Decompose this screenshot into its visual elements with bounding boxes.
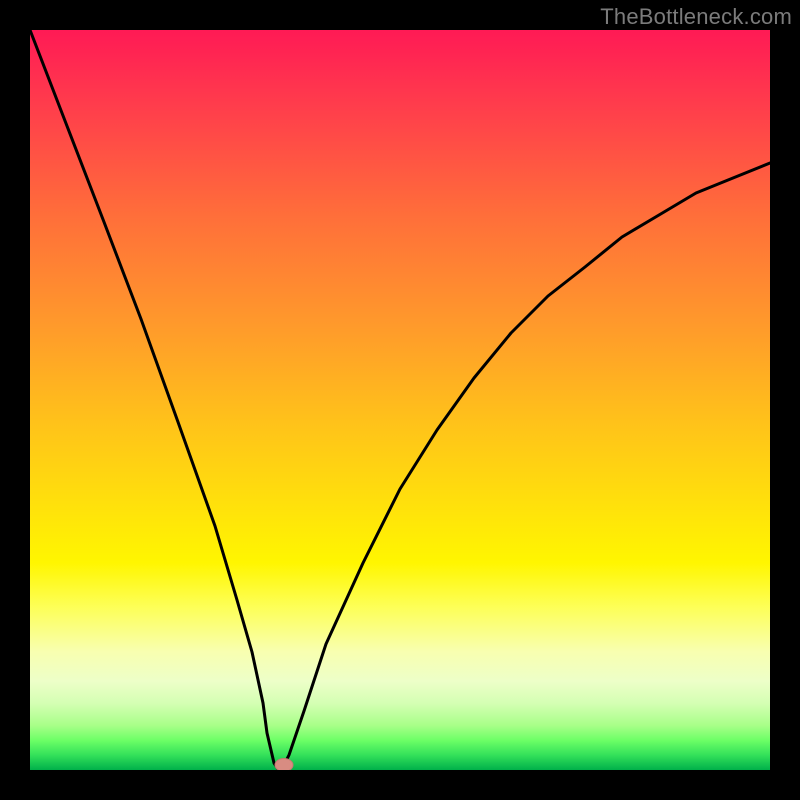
watermark-text: TheBottleneck.com <box>600 4 792 30</box>
chart-frame: TheBottleneck.com <box>0 0 800 800</box>
bottleneck-curve <box>30 30 770 769</box>
plot-area <box>30 30 770 770</box>
curve-layer <box>30 30 770 770</box>
bottleneck-marker <box>275 759 293 771</box>
